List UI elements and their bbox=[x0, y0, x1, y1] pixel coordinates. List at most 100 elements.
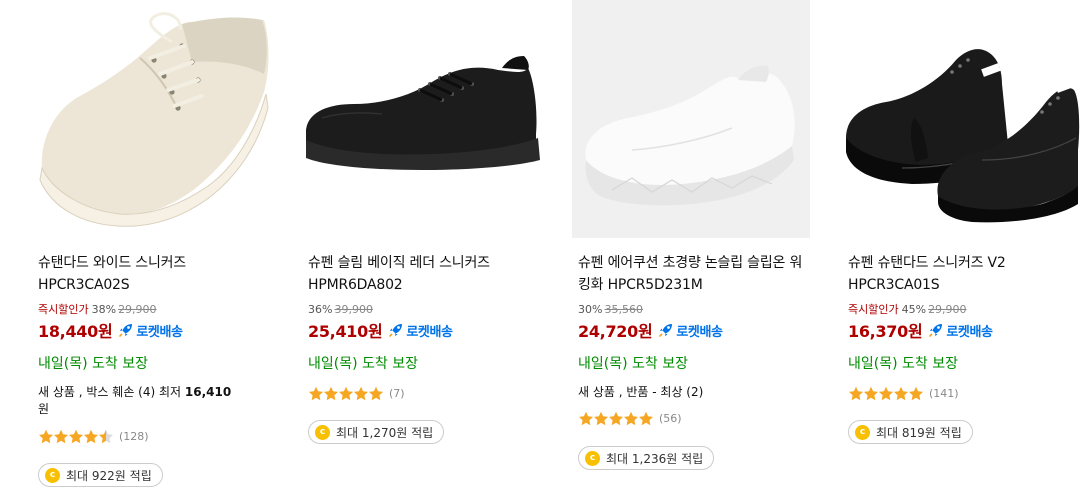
star-icon bbox=[624, 411, 638, 425]
product-name[interactable]: 슈펜 에어쿠션 초경량 논슬립 슬립온 워킹화 HPCR5D231M bbox=[578, 252, 810, 296]
arrival-guarantee: 내일(목) 도착 보장 bbox=[38, 356, 148, 372]
rocket-delivery-badge: 로켓배송 bbox=[388, 321, 453, 340]
price-area: 36% 39,900 25,410원 로켓배송 bbox=[308, 302, 540, 341]
arrival-guarantee: 내일(목) 도착 보장 bbox=[308, 356, 418, 372]
rocket-icon bbox=[389, 324, 403, 338]
star-rating bbox=[848, 386, 923, 401]
rocket-label: 로켓배송 bbox=[406, 324, 453, 340]
discount-row: 30% 35,560 bbox=[578, 302, 810, 318]
coin-icon: c bbox=[45, 467, 60, 483]
coin-icon: c bbox=[315, 424, 330, 440]
discount-row: 즉시할인가 45% 29,900 bbox=[848, 302, 1080, 318]
product-name[interactable]: 슈펜 슬림 베이직 레더 스니커즈 HPMR6DA802 bbox=[308, 252, 540, 296]
product-card[interactable]: 슈펜 에어쿠션 초경량 논슬립 슬립온 워킹화 HPCR5D231M 30% 35… bbox=[572, 0, 810, 503]
product-name[interactable]: 슈펜 슈탠다드 스니커즈 V2 HPCR3CA01S bbox=[848, 252, 1080, 296]
instant-discount-label: 즉시할인가 bbox=[38, 303, 89, 316]
coin-icon: c bbox=[585, 450, 600, 466]
product-image-black-canvas-sneakers-pair[interactable] bbox=[842, 0, 1080, 238]
review-count: (128) bbox=[119, 429, 149, 443]
star-icon bbox=[69, 429, 83, 443]
other-seller-price: 16,410 bbox=[184, 385, 232, 399]
other-seller-suffix: 원 bbox=[38, 402, 50, 416]
original-price: 29,900 bbox=[928, 303, 967, 316]
reward-text: 최대 922원 적립 bbox=[66, 468, 152, 483]
arrival-guarantee: 내일(목) 도착 보장 bbox=[848, 356, 958, 372]
star-icon bbox=[354, 386, 368, 400]
other-seller-prefix: 새 상품 , 반품 - 최상 (2) bbox=[578, 385, 704, 399]
reward-text: 최대 819원 적립 bbox=[876, 425, 962, 440]
rocket-delivery-badge: 로켓배송 bbox=[118, 321, 183, 340]
star-icon bbox=[324, 386, 338, 400]
rating: (56) bbox=[578, 410, 682, 426]
rating: (141) bbox=[848, 385, 959, 401]
product-image-black-leather-sneaker[interactable] bbox=[302, 0, 540, 238]
discount-row: 즉시할인가 38% 29,900 bbox=[38, 302, 270, 318]
star-icon bbox=[54, 429, 68, 443]
star-icon bbox=[639, 411, 653, 425]
other-seller-offer[interactable]: 새 상품 , 박스 훼손 (4) 최저 16,410 원 bbox=[38, 384, 258, 418]
rocket-label: 로켓배송 bbox=[136, 324, 183, 340]
star-icon bbox=[99, 429, 113, 443]
rocket-icon bbox=[929, 324, 943, 338]
rating: (128) bbox=[38, 428, 149, 444]
star-rating bbox=[308, 386, 383, 401]
review-count: (141) bbox=[929, 386, 959, 400]
reward-text: 최대 1,236원 적립 bbox=[606, 451, 704, 466]
star-icon bbox=[369, 386, 383, 400]
discount-row: 36% 39,900 bbox=[308, 302, 540, 318]
other-seller-offer[interactable]: 새 상품 , 반품 - 최상 (2) bbox=[578, 384, 798, 401]
product-card[interactable]: 슈펜 슬림 베이직 레더 스니커즈 HPMR6DA802 36% 39,900 2… bbox=[302, 0, 540, 503]
arrival-guarantee: 내일(목) 도착 보장 bbox=[578, 356, 688, 372]
star-icon bbox=[894, 386, 908, 400]
product-card[interactable]: 슈펜 슈탠다드 스니커즈 V2 HPCR3CA01S 즉시할인가 45% 29,90… bbox=[842, 0, 1080, 503]
discount-rate: 36% bbox=[308, 303, 333, 316]
price-area: 즉시할인가 45% 29,900 16,370원 로켓배송 bbox=[848, 302, 1080, 341]
price-area: 30% 35,560 24,720원 로켓배송 bbox=[578, 302, 810, 341]
cashback-reward-badge: c 최대 1,270원 적립 bbox=[308, 420, 445, 444]
coin-icon: c bbox=[855, 424, 870, 440]
sale-price: 24,720원 bbox=[578, 322, 653, 341]
cashback-reward-badge: c 최대 922원 적립 bbox=[38, 463, 163, 487]
star-icon bbox=[309, 386, 323, 400]
reward-text: 최대 1,270원 적립 bbox=[336, 425, 434, 440]
discount-rate: 45% bbox=[901, 303, 927, 316]
rocket-label: 로켓배송 bbox=[676, 324, 723, 340]
sale-price: 25,410원 bbox=[308, 322, 383, 341]
sale-price: 18,440원 bbox=[38, 322, 113, 341]
star-icon bbox=[609, 411, 623, 425]
star-icon bbox=[879, 386, 893, 400]
rocket-icon bbox=[119, 324, 133, 338]
rocket-icon bbox=[659, 324, 673, 338]
star-rating bbox=[38, 429, 113, 444]
discount-rate: 30% bbox=[578, 303, 603, 316]
product-image-beige-sneaker[interactable] bbox=[32, 0, 270, 238]
star-icon bbox=[909, 386, 923, 400]
star-icon bbox=[864, 386, 878, 400]
star-icon bbox=[339, 386, 353, 400]
star-icon bbox=[594, 411, 608, 425]
star-icon bbox=[84, 429, 98, 443]
star-icon bbox=[849, 386, 863, 400]
review-count: (7) bbox=[389, 386, 405, 400]
rocket-label: 로켓배송 bbox=[946, 324, 993, 340]
star-icon bbox=[39, 429, 53, 443]
star-rating bbox=[578, 411, 653, 426]
price-area: 즉시할인가 38% 29,900 18,440원 로켓배송 bbox=[38, 302, 270, 341]
cashback-reward-badge: c 최대 819원 적립 bbox=[848, 420, 973, 444]
product-grid: 슈탠다드 와이드 스니커즈 HPCR3CA02S 즉시할인가 38% 29,900 … bbox=[0, 0, 1086, 503]
original-price: 39,900 bbox=[334, 303, 373, 316]
product-name[interactable]: 슈탠다드 와이드 스니커즈 HPCR3CA02S bbox=[38, 252, 270, 296]
sale-price: 16,370원 bbox=[848, 322, 923, 341]
original-price: 29,900 bbox=[118, 303, 157, 316]
product-image-white-slip-on[interactable] bbox=[572, 0, 810, 238]
instant-discount-label: 즉시할인가 bbox=[848, 303, 899, 316]
original-price: 35,560 bbox=[604, 303, 643, 316]
rocket-delivery-badge: 로켓배송 bbox=[658, 321, 723, 340]
cashback-reward-badge: c 최대 1,236원 적립 bbox=[578, 446, 715, 470]
product-card[interactable]: 슈탠다드 와이드 스니커즈 HPCR3CA02S 즉시할인가 38% 29,900 … bbox=[32, 0, 270, 503]
review-count: (56) bbox=[659, 411, 682, 425]
discount-rate: 38% bbox=[91, 303, 117, 316]
other-seller-prefix: 새 상품 , 박스 훼손 (4) 최저 bbox=[38, 385, 185, 399]
star-icon bbox=[579, 411, 593, 425]
rating: (7) bbox=[308, 385, 405, 401]
